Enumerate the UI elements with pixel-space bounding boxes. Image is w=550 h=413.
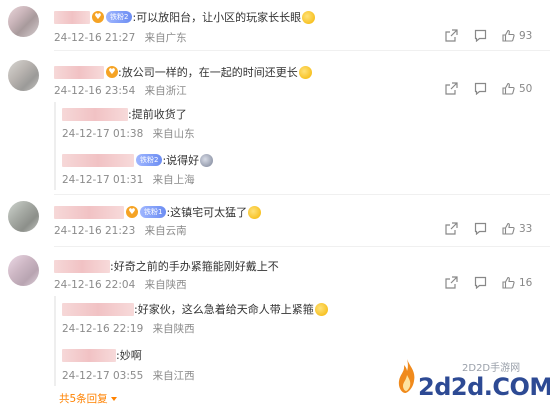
divider [54, 246, 550, 247]
more-replies-label: 共5条回复 [59, 393, 108, 405]
like-count: 50 [519, 82, 533, 95]
fan-badge: 铁粉1 [140, 206, 167, 218]
reply-time: 24-12-17 01:38 [62, 128, 144, 140]
thumbs-up-icon [502, 82, 515, 95]
like-button[interactable]: 16 [502, 276, 532, 289]
comment-location: 来自浙江 [144, 85, 187, 97]
reply-time: 24-12-17 03:55 [62, 370, 144, 382]
username-blurred[interactable] [62, 153, 134, 167]
thumbs-up-icon [502, 276, 515, 289]
like-count: 33 [519, 222, 533, 235]
username-blurred[interactable] [54, 65, 104, 79]
watermark-cn: 2D2D手游网 [462, 363, 521, 374]
comment-location: 来自陕西 [144, 279, 187, 291]
comment-time: 24-12-16 22:04 [54, 279, 136, 291]
comment-time: 24-12-16 23:54 [54, 85, 136, 97]
reply-time: 24-12-17 01:31 [62, 174, 144, 186]
comment-time: 24-12-16 21:27 [54, 32, 136, 44]
reply-location: 来自上海 [152, 174, 195, 186]
username-blurred[interactable] [54, 259, 110, 273]
heart-badge-icon: ♥ [92, 11, 104, 23]
divider [54, 50, 550, 51]
reply-text: :说得好 [162, 154, 200, 167]
like-button[interactable]: 93 [502, 29, 532, 42]
reply-time: 24-12-16 22:19 [62, 323, 144, 335]
divider [54, 194, 550, 195]
share-button[interactable] [445, 222, 458, 235]
comment-item: ♥ 铁粉2 :可以放阳台，让小区的玩家长长眼 24-12-16 21:27 来自… [0, 0, 550, 48]
heart-badge-icon: ♥ [126, 206, 138, 218]
more-replies-link[interactable]: 共5条回复 [59, 391, 117, 406]
smile-emoji-icon [298, 65, 312, 79]
share-icon [445, 222, 458, 235]
avatar[interactable] [8, 201, 39, 232]
username-blurred[interactable] [62, 348, 116, 362]
share-button[interactable] [445, 276, 458, 289]
comment-button[interactable] [474, 222, 487, 235]
face-emoji-icon [200, 153, 214, 167]
comment-icon [474, 276, 487, 289]
fan-badge: 铁粉2 [136, 154, 163, 166]
comment-text: :好奇之前的手办紧箍能刚好戴上不 [110, 260, 279, 273]
like-button[interactable]: 33 [502, 222, 532, 235]
comment-text: :可以放阳台，让小区的玩家长长眼 [132, 11, 302, 24]
comment-button[interactable] [474, 29, 487, 42]
smile-emoji-icon [314, 302, 328, 316]
avatar[interactable] [8, 6, 39, 37]
watermark-url: 2d2d.COM [418, 373, 550, 401]
fan-badge: 铁粉2 [106, 11, 133, 23]
smile-emoji-icon [248, 205, 262, 219]
heart-badge-icon: ♥ [106, 66, 118, 78]
share-icon [445, 29, 458, 42]
comment-button[interactable] [474, 276, 487, 289]
comment-icon [474, 82, 487, 95]
reply-location: 来自山东 [152, 128, 195, 140]
share-button[interactable] [445, 82, 458, 95]
caret-down-icon [110, 396, 117, 401]
thumbs-up-icon [502, 222, 515, 235]
thumbs-up-icon [502, 29, 515, 42]
username-blurred[interactable] [54, 10, 90, 24]
comment-location: 来自广东 [144, 32, 187, 44]
share-button[interactable] [445, 29, 458, 42]
username-blurred[interactable] [62, 302, 134, 316]
like-count: 93 [519, 29, 533, 42]
comment-button[interactable] [474, 82, 487, 95]
avatar[interactable] [8, 255, 39, 286]
comment-text: :放公司一样的，在一起的时间还更长 [118, 66, 298, 79]
comment-item: ♥ :放公司一样的，在一起的时间还更长 24-12-16 23:54 来自浙江 … [0, 52, 550, 194]
reply-location: 来自江西 [152, 370, 195, 382]
username-blurred[interactable] [62, 107, 128, 121]
reply-text: :妙啊 [116, 349, 142, 362]
flame-logo-icon [398, 359, 415, 393]
like-button[interactable]: 50 [502, 82, 532, 95]
comment-time: 24-12-16 21:23 [54, 225, 136, 237]
smile-emoji-icon [302, 10, 316, 24]
username-blurred[interactable] [54, 205, 124, 219]
watermark: 2D2D手游网 2d2d.COM [396, 353, 550, 411]
comment-item: ♥ 铁粉1 :这镇宅可太猛了 24-12-16 21:23 来自云南 33 [0, 196, 550, 244]
comment-text: :这镇宅可太猛了 [166, 206, 248, 219]
reply-text: :提前收货了 [128, 108, 187, 121]
share-icon [445, 82, 458, 95]
reply-text: :好家伙，这么急着给天命人带上紧箍 [134, 303, 314, 316]
comment-location: 来自云南 [144, 225, 187, 237]
comment-icon [474, 222, 487, 235]
comment-icon [474, 29, 487, 42]
avatar[interactable] [8, 60, 39, 91]
reply-list: :提前收货了 24-12-17 01:38 来自山东 铁粉2 :说得好 24-1… [54, 102, 544, 190]
reply-location: 来自陕西 [152, 323, 195, 335]
like-count: 16 [519, 276, 533, 289]
share-icon [445, 276, 458, 289]
